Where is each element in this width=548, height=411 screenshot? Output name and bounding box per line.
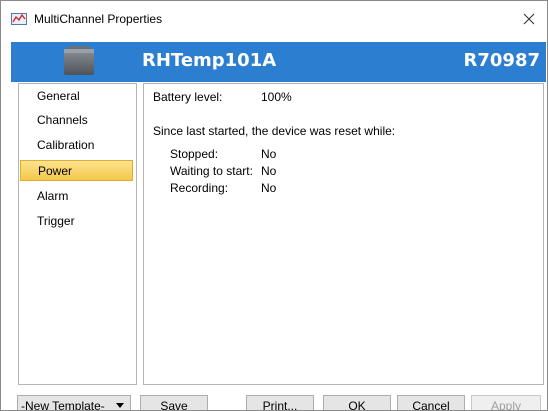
close-icon [523,13,535,25]
window-title: MultiChannel Properties [34,12,163,26]
logger-device-icon [64,46,94,75]
save-button[interactable]: Save [140,395,208,410]
template-dropdown[interactable]: -New Template- [17,395,131,411]
chevron-down-icon [116,403,124,408]
reset-recording-label: Recording: [170,181,229,195]
battery-level-value: 100% [261,90,292,104]
reset-waiting-value: No [261,164,277,178]
print-button[interactable]: Print... [246,395,314,410]
device-serial: R70987 [463,50,540,71]
title-bar[interactable]: MultiChannel Properties [1,1,547,37]
reset-stopped-value: No [261,147,277,161]
close-button[interactable] [511,1,547,37]
nav-item-power[interactable]: Power [20,160,133,181]
reset-waiting-label: Waiting to start: [170,164,253,178]
properties-window: MultiChannel Properties RHTemp101A R7098… [0,0,548,411]
battery-level-label: Battery level: [153,90,223,104]
reset-stopped-label: Stopped: [170,147,219,161]
apply-button[interactable]: Apply [471,395,541,410]
template-dropdown-value: -New Template- [21,399,105,411]
nav-item-general[interactable]: General [20,86,133,107]
power-panel: Battery level: 100% Since last started, … [143,83,544,385]
device-name: RHTemp101A [142,50,277,71]
nav-item-calibration[interactable]: Calibration [20,135,133,156]
nav-item-trigger[interactable]: Trigger [20,211,133,232]
nav-item-channels[interactable]: Channels [20,110,133,131]
ok-button[interactable]: OK [323,395,391,410]
dialog-footer: -New Template- Save Print... OK Cancel A… [1,389,547,411]
device-header: RHTemp101A R70987 [11,42,546,82]
cancel-button[interactable]: Cancel [397,395,465,410]
multichannel-app-icon [11,13,27,25]
properties-nav: General Channels Calibration Power Alarm… [18,83,137,385]
reset-recording-value: No [261,181,277,195]
nav-item-alarm[interactable]: Alarm [20,186,133,207]
reset-heading: Since last started, the device was reset… [153,124,396,138]
